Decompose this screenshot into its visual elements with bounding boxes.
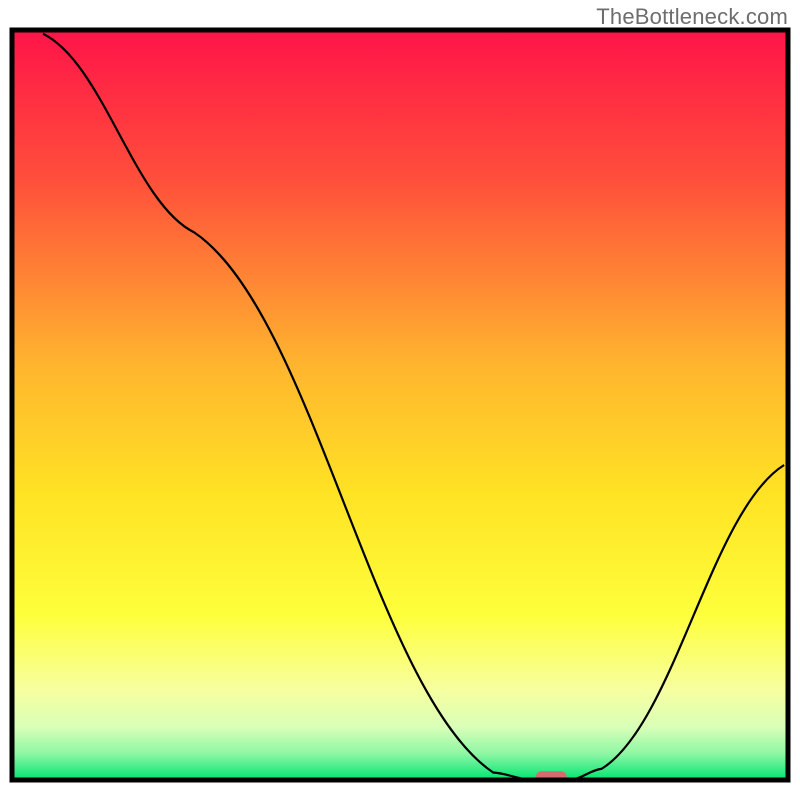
bottleneck-chart: TheBottleneck.com <box>0 0 800 800</box>
plot-area <box>12 30 788 784</box>
watermark-label: TheBottleneck.com <box>596 4 788 30</box>
chart-canvas <box>0 0 800 800</box>
